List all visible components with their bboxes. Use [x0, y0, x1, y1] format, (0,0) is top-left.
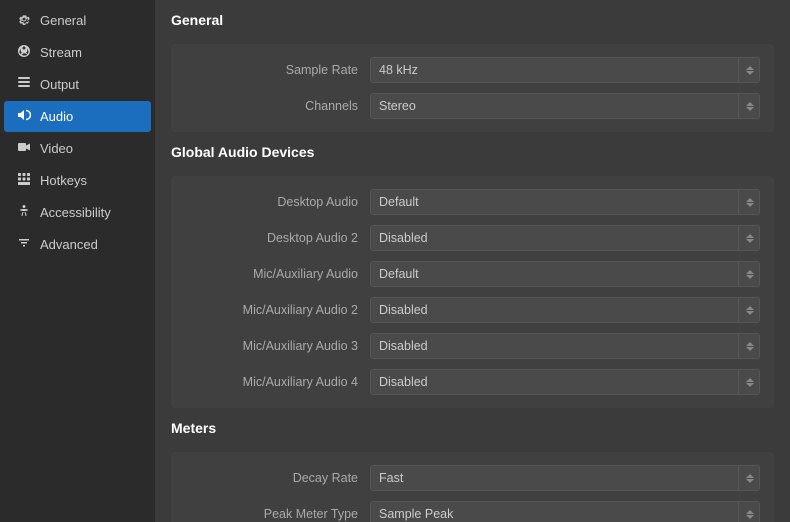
hotkeys-icon — [16, 172, 32, 189]
form-row-general-1: ChannelsMonoStereo2.14.04.15.17.1 — [171, 88, 774, 124]
form-row-meters-0: Decay RateFastMediumSlow — [171, 460, 774, 496]
sidebar-item-label-audio: Audio — [40, 109, 73, 124]
form-control-general-1: MonoStereo2.14.04.15.17.1 — [370, 93, 760, 119]
audio-icon — [16, 108, 32, 125]
form-control-general-0: 44.1 kHz48 kHz — [370, 57, 760, 83]
section-general: GeneralSample Rate44.1 kHz48 kHzChannels… — [171, 12, 774, 132]
section-title-global-audio-devices: Global Audio Devices — [171, 144, 774, 166]
form-control-global-audio-devices-3: DefaultDisabled — [370, 297, 760, 323]
stream-icon — [16, 44, 32, 61]
sidebar-item-label-hotkeys: Hotkeys — [40, 173, 87, 188]
sidebar: General Stream Output Audio Video Hotkeys Acce… — [0, 0, 155, 522]
select-global-audio-devices-3[interactable]: DefaultDisabled — [370, 297, 760, 323]
select-meters-0[interactable]: FastMediumSlow — [370, 465, 760, 491]
section-body-global-audio-devices: Desktop AudioDefaultDisabledDesktop Audi… — [171, 176, 774, 408]
sidebar-item-label-accessibility: Accessibility — [40, 205, 111, 220]
form-label-global-audio-devices-2: Mic/Auxiliary Audio — [185, 267, 370, 281]
section-title-meters: Meters — [171, 420, 774, 442]
select-general-0[interactable]: 44.1 kHz48 kHz — [370, 57, 760, 83]
sidebar-item-label-video: Video — [40, 141, 73, 156]
form-control-meters-1: Sample PeakTrue Peak — [370, 501, 760, 522]
form-row-global-audio-devices-4: Mic/Auxiliary Audio 3DefaultDisabled — [171, 328, 774, 364]
accessibility-icon — [16, 204, 32, 221]
form-row-general-0: Sample Rate44.1 kHz48 kHz — [171, 52, 774, 88]
advanced-icon — [16, 236, 32, 253]
select-general-1[interactable]: MonoStereo2.14.04.15.17.1 — [370, 93, 760, 119]
form-label-meters-0: Decay Rate — [185, 471, 370, 485]
section-global-audio-devices: Global Audio DevicesDesktop AudioDefault… — [171, 144, 774, 408]
form-row-global-audio-devices-3: Mic/Auxiliary Audio 2DefaultDisabled — [171, 292, 774, 328]
form-label-global-audio-devices-5: Mic/Auxiliary Audio 4 — [185, 375, 370, 389]
form-control-meters-0: FastMediumSlow — [370, 465, 760, 491]
sidebar-item-audio[interactable]: Audio — [4, 101, 151, 132]
section-title-general: General — [171, 12, 774, 34]
sidebar-item-output[interactable]: Output — [4, 69, 151, 100]
output-icon — [16, 76, 32, 93]
sidebar-item-label-advanced: Advanced — [40, 237, 98, 252]
select-global-audio-devices-2[interactable]: DefaultDisabled — [370, 261, 760, 287]
form-control-global-audio-devices-5: DefaultDisabled — [370, 369, 760, 395]
main-content: GeneralSample Rate44.1 kHz48 kHzChannels… — [155, 0, 790, 522]
sidebar-item-label-output: Output — [40, 77, 79, 92]
form-row-meters-1: Peak Meter TypeSample PeakTrue Peak — [171, 496, 774, 522]
form-label-global-audio-devices-0: Desktop Audio — [185, 195, 370, 209]
form-row-global-audio-devices-5: Mic/Auxiliary Audio 4DefaultDisabled — [171, 364, 774, 400]
form-control-global-audio-devices-1: DefaultDisabled — [370, 225, 760, 251]
form-row-global-audio-devices-0: Desktop AudioDefaultDisabled — [171, 184, 774, 220]
sidebar-item-video[interactable]: Video — [4, 133, 151, 164]
select-global-audio-devices-1[interactable]: DefaultDisabled — [370, 225, 760, 251]
sidebar-item-advanced[interactable]: Advanced — [4, 229, 151, 260]
form-row-global-audio-devices-2: Mic/Auxiliary AudioDefaultDisabled — [171, 256, 774, 292]
sidebar-item-label-general: General — [40, 13, 86, 28]
sidebar-item-hotkeys[interactable]: Hotkeys — [4, 165, 151, 196]
form-label-global-audio-devices-1: Desktop Audio 2 — [185, 231, 370, 245]
sidebar-item-accessibility[interactable]: Accessibility — [4, 197, 151, 228]
form-control-global-audio-devices-2: DefaultDisabled — [370, 261, 760, 287]
general-icon — [16, 12, 32, 29]
section-meters: MetersDecay RateFastMediumSlowPeak Meter… — [171, 420, 774, 522]
form-label-global-audio-devices-3: Mic/Auxiliary Audio 2 — [185, 303, 370, 317]
form-control-global-audio-devices-4: DefaultDisabled — [370, 333, 760, 359]
select-global-audio-devices-4[interactable]: DefaultDisabled — [370, 333, 760, 359]
form-control-global-audio-devices-0: DefaultDisabled — [370, 189, 760, 215]
sidebar-item-label-stream: Stream — [40, 45, 82, 60]
sidebar-item-general[interactable]: General — [4, 5, 151, 36]
form-label-general-0: Sample Rate — [185, 63, 370, 77]
select-global-audio-devices-0[interactable]: DefaultDisabled — [370, 189, 760, 215]
form-label-meters-1: Peak Meter Type — [185, 507, 370, 521]
select-global-audio-devices-5[interactable]: DefaultDisabled — [370, 369, 760, 395]
section-body-meters: Decay RateFastMediumSlowPeak Meter TypeS… — [171, 452, 774, 522]
form-row-global-audio-devices-1: Desktop Audio 2DefaultDisabled — [171, 220, 774, 256]
form-label-global-audio-devices-4: Mic/Auxiliary Audio 3 — [185, 339, 370, 353]
form-label-general-1: Channels — [185, 99, 370, 113]
video-icon — [16, 140, 32, 157]
sidebar-item-stream[interactable]: Stream — [4, 37, 151, 68]
select-meters-1[interactable]: Sample PeakTrue Peak — [370, 501, 760, 522]
section-body-general: Sample Rate44.1 kHz48 kHzChannelsMonoSte… — [171, 44, 774, 132]
